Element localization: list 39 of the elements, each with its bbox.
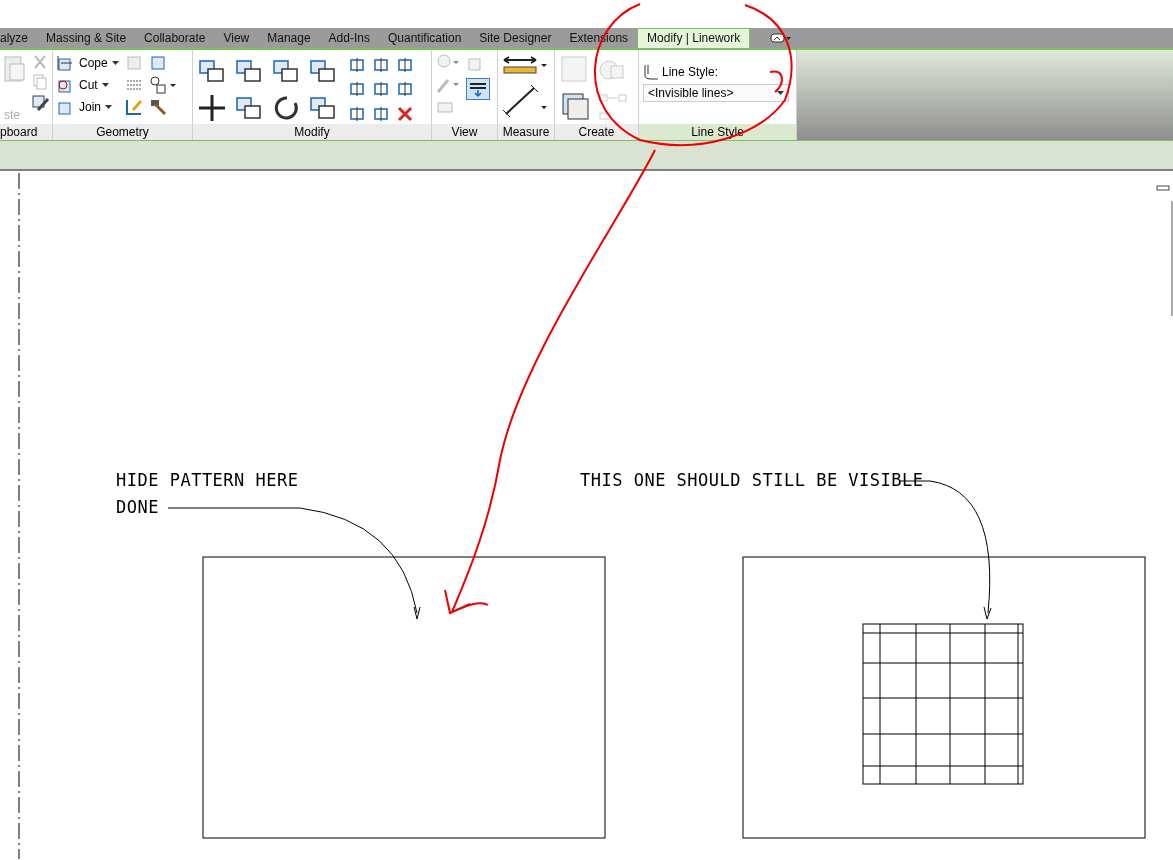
panel-label: pboard xyxy=(0,124,52,140)
panel-label: Measure xyxy=(498,124,554,140)
caret-icon xyxy=(105,105,112,109)
paint-icon[interactable] xyxy=(124,98,143,116)
hide-lines-icon[interactable] xyxy=(466,78,490,100)
move-icon[interactable] xyxy=(197,93,227,123)
text-note: DONE xyxy=(116,496,159,518)
panel-label: Geometry xyxy=(53,124,192,140)
ribbon-tab[interactable]: View xyxy=(214,28,259,48)
caret-icon xyxy=(101,83,109,87)
hammer-icon[interactable] xyxy=(148,98,167,116)
ribbon-tab[interactable]: alyze xyxy=(0,28,37,48)
shape-swap-icon[interactable] xyxy=(148,76,177,94)
panel-label: Modify xyxy=(193,124,431,140)
dimension-icon[interactable] xyxy=(502,84,548,118)
line-style-dropdown[interactable]: <Invisible lines> xyxy=(643,84,789,102)
parts-icon[interactable] xyxy=(559,90,591,122)
geometry-button[interactable]: Cope xyxy=(57,54,119,72)
ribbon-tab[interactable]: Site Designer xyxy=(470,28,561,48)
geometry-button[interactable]: Join xyxy=(57,98,112,116)
ribbon-tab[interactable]: Modify | Linework xyxy=(637,28,751,48)
panel-label: View xyxy=(432,124,497,140)
panel-label: Create xyxy=(555,124,638,140)
ribbon-tab[interactable]: Quantification xyxy=(378,28,471,48)
ribbon-tab[interactable]: Collaborate xyxy=(135,28,215,48)
line-style-icon xyxy=(643,64,659,80)
text-note: THIS ONE SHOULD STILL BE VISIBLE xyxy=(580,469,924,491)
view-control xyxy=(1156,185,1170,191)
ribbon-tab[interactable]: Add-Ins xyxy=(319,28,379,48)
caret-icon xyxy=(777,91,784,95)
ribbon-tab[interactable]: Manage xyxy=(258,28,320,48)
caret-icon xyxy=(111,61,119,65)
geometry-button[interactable]: Cut xyxy=(57,76,109,94)
text-note: HIDE PATTERN HERE xyxy=(116,469,299,491)
line-style-label: Line Style: xyxy=(662,65,719,79)
ribbon-tab[interactable]: Massing & Site xyxy=(37,28,136,48)
cloud-menu-icon[interactable] xyxy=(770,32,793,44)
delete-icon[interactable] xyxy=(396,104,414,123)
bracket-annotation xyxy=(769,70,783,93)
